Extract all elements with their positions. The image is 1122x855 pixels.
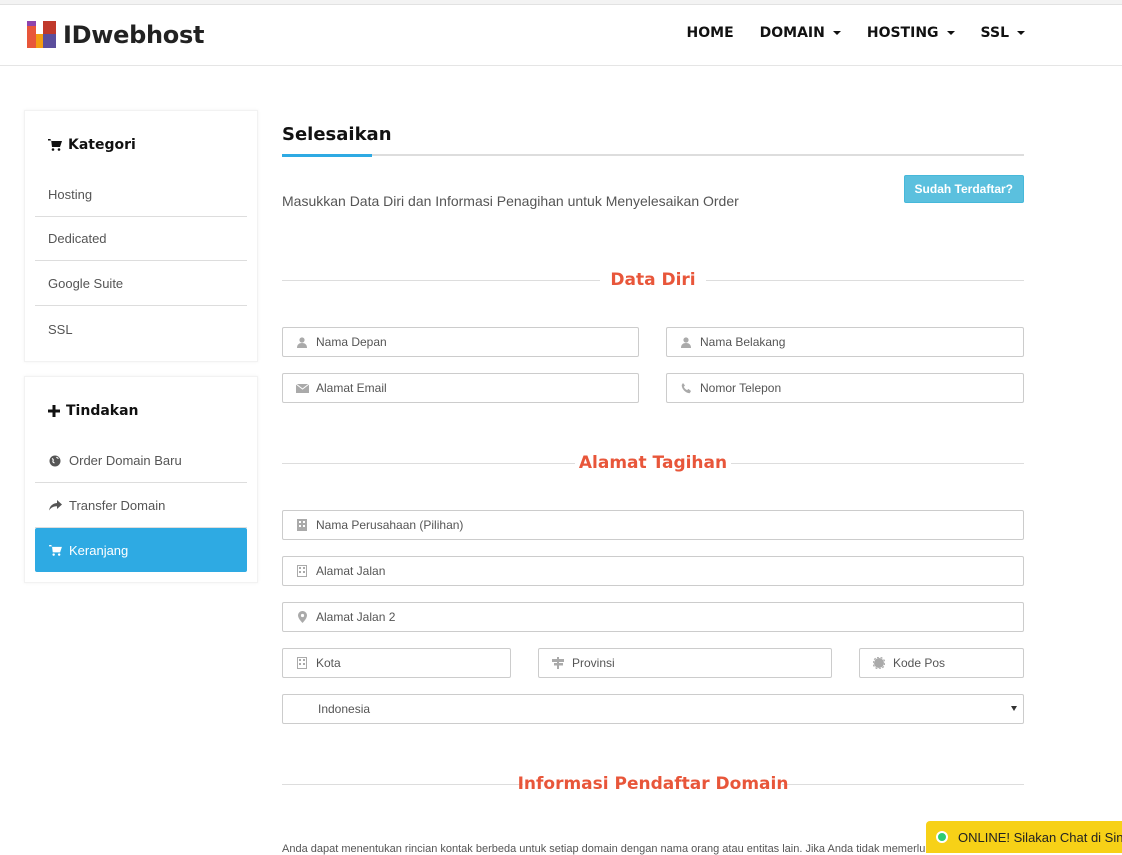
phone-placeholder: Nomor Telepon: [700, 381, 782, 395]
page-title: Selesaikan: [282, 124, 392, 145]
caret-down-icon: [832, 31, 841, 35]
nav-hosting[interactable]: HOSTING: [867, 25, 955, 41]
section-alamat-tagihan: Alamat Tagihan: [282, 453, 1024, 473]
email-placeholder: Alamat Email: [316, 381, 387, 395]
caret-down-icon: [1017, 31, 1025, 35]
section-data-diri: Data Diri: [282, 270, 1024, 290]
envelope-icon: [295, 383, 309, 393]
section-title: Informasi Pendaftar Domain: [517, 774, 789, 794]
sidebar-item-label: SSL: [48, 321, 73, 337]
nav-hosting-label: HOSTING: [866, 25, 939, 41]
first-name-field[interactable]: Nama Depan: [282, 327, 639, 357]
last-name-placeholder: Nama Belakang: [700, 335, 786, 349]
building-icon: [295, 657, 309, 669]
sidebar-item-label: Transfer Domain: [69, 498, 166, 513]
address1-field[interactable]: Alamat Jalan: [282, 556, 1024, 586]
postcode-field[interactable]: Kode Pos: [859, 648, 1024, 678]
plus-icon: [48, 405, 60, 417]
cart-icon: [48, 139, 62, 151]
brand-logo[interactable]: IDwebhost: [27, 21, 204, 49]
sidebar-item-label: Dedicated: [48, 231, 107, 246]
building-icon: [295, 565, 309, 577]
sidebar-item-label: Keranjang: [69, 542, 129, 558]
postcode-placeholder: Kode Pos: [893, 656, 946, 670]
address2-placeholder: Alamat Jalan 2: [316, 610, 396, 624]
nav-ssl-label: SSL: [980, 25, 1009, 41]
company-field[interactable]: Nama Perusahaan (Pilihan): [282, 510, 1024, 540]
nav-ssl[interactable]: SSL: [981, 25, 1025, 41]
sidebar-item-label: Google Suite: [48, 276, 124, 291]
state-field[interactable]: Provinsi: [538, 648, 832, 678]
user-icon: [295, 336, 309, 348]
title-divider: [282, 154, 1024, 156]
signpost-icon: [551, 657, 565, 669]
first-name-placeholder: Nama Depan: [316, 335, 387, 349]
caret-down-icon: [946, 31, 955, 35]
already-registered-button[interactable]: Sudah Terdaftar?: [903, 175, 1024, 203]
email-field[interactable]: Alamat Email: [282, 373, 639, 403]
tindakan-heading: Tindakan: [48, 403, 139, 419]
sidebar-item-ssl[interactable]: SSL: [35, 307, 247, 351]
site-header: IDwebhost HOME DOMAIN HOSTING SSL: [0, 5, 1122, 66]
address2-field[interactable]: Alamat Jalan 2: [282, 602, 1024, 632]
sidebar-kategori: Kategori Hosting Dedicated Google Suite …: [24, 110, 258, 362]
live-chat-button[interactable]: ONLINE! Silakan Chat di Sini: [926, 821, 1122, 853]
user-icon: [679, 336, 693, 348]
globe-icon: [48, 455, 62, 467]
logo-mark-icon: [27, 21, 57, 49]
nav-home[interactable]: HOME: [687, 25, 734, 41]
select-arrow-icon: [1011, 706, 1017, 711]
last-name-field[interactable]: Nama Belakang: [666, 327, 1024, 357]
cart-icon: [48, 544, 62, 556]
share-arrow-icon: [48, 500, 62, 511]
title-accent-bar: [282, 154, 372, 157]
gear-icon: [872, 657, 886, 669]
sidebar-item-label: Hosting: [48, 187, 93, 202]
sidebar-item-label: Order Domain Baru: [69, 453, 182, 468]
address1-placeholder: Alamat Jalan: [316, 564, 386, 578]
sidebar-item-transfer-domain[interactable]: Transfer Domain: [35, 484, 247, 528]
phone-field[interactable]: Nomor Telepon: [666, 373, 1024, 403]
map-marker-icon: [295, 611, 309, 623]
brand-name: IDwebhost: [63, 21, 205, 49]
page-subtitle: Masukkan Data Diri dan Informasi Penagih…: [282, 193, 739, 209]
online-status-icon: [936, 831, 948, 843]
domain-contact-note: Anda dapat menentukan rincian kontak ber…: [282, 843, 942, 855]
sidebar-item-order-domain[interactable]: Order Domain Baru: [35, 439, 247, 483]
main-nav: HOME DOMAIN HOSTING SSL: [687, 25, 1025, 41]
sidebar-tindakan: Tindakan Order Domain Baru Transfer Doma…: [24, 376, 258, 583]
nav-home-label: HOME: [686, 25, 734, 41]
city-placeholder: Kota: [316, 656, 341, 670]
nav-domain[interactable]: DOMAIN: [760, 25, 841, 41]
section-informasi-pendaftar: Informasi Pendaftar Domain: [282, 774, 1024, 794]
section-title: Data Diri: [610, 270, 696, 290]
sidebar-item-google-suite[interactable]: Google Suite: [35, 262, 247, 306]
phone-icon: [679, 382, 693, 394]
nav-domain-label: DOMAIN: [759, 25, 825, 41]
kategori-title: Kategori: [68, 137, 136, 153]
city-field[interactable]: Kota: [282, 648, 511, 678]
country-select[interactable]: Indonesia: [282, 694, 1024, 724]
country-selected-value: Indonesia: [318, 702, 371, 716]
company-placeholder: Nama Perusahaan (Pilihan): [316, 518, 464, 532]
sidebar-item-dedicated[interactable]: Dedicated: [35, 217, 247, 261]
building-icon: [295, 519, 309, 531]
section-title: Alamat Tagihan: [578, 453, 728, 473]
chat-label: ONLINE! Silakan Chat di Sini: [958, 829, 1122, 845]
kategori-heading: Kategori: [48, 137, 136, 153]
state-placeholder: Provinsi: [572, 656, 615, 670]
sidebar-item-hosting[interactable]: Hosting: [35, 173, 247, 217]
sidebar-item-keranjang[interactable]: Keranjang: [35, 528, 247, 572]
tindakan-title: Tindakan: [66, 403, 139, 419]
